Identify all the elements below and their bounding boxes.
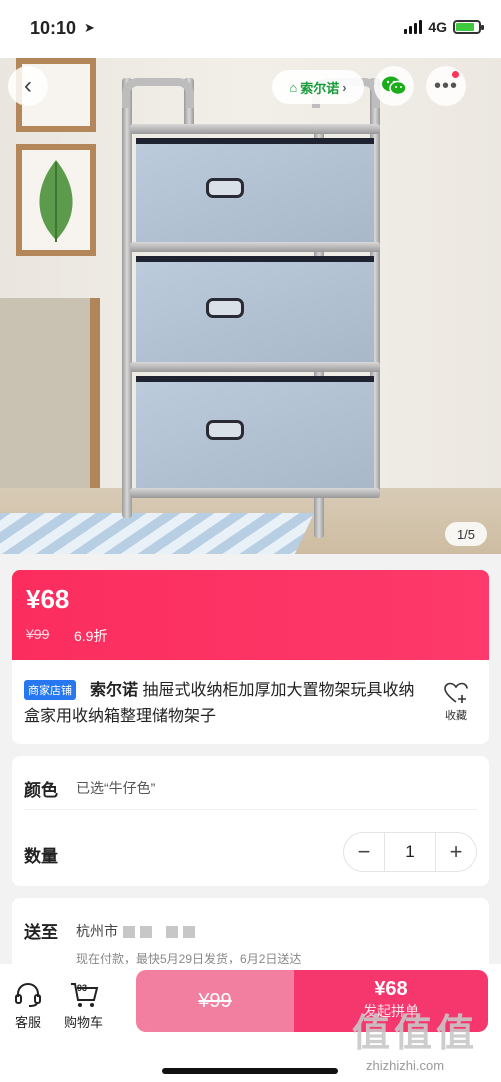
home-indicator bbox=[162, 1068, 338, 1074]
product-title-card: 商家店铺 索尔诺 抽屉式收纳柜加厚加大置物架玩具收纳盒家用收纳箱整理储物架子 收… bbox=[12, 660, 489, 744]
options-card: 颜色 已选“牛仔色” 数量 − 1 + bbox=[12, 756, 489, 886]
watermark-logo: 值值值 bbox=[352, 1013, 479, 1055]
network-label: 4G bbox=[428, 19, 447, 35]
color-selector[interactable]: 颜色 已选“牛仔色” bbox=[24, 776, 477, 810]
image-counter: 1/5 bbox=[445, 522, 487, 546]
back-button[interactable]: ‹ bbox=[8, 66, 48, 106]
more-button[interactable]: ••• bbox=[426, 66, 466, 106]
price-banner: ¥68 ¥99 6.9折 bbox=[12, 570, 489, 660]
quantity-label: 数量 bbox=[24, 847, 58, 866]
status-indicators: 4G bbox=[404, 19, 484, 35]
sofa bbox=[0, 298, 100, 498]
minus-button[interactable]: − bbox=[344, 839, 384, 865]
shipping-label: 送至 bbox=[24, 923, 58, 942]
cart-tab[interactable]: 93 购物车 bbox=[64, 982, 103, 1031]
plus-button[interactable]: + bbox=[436, 839, 476, 865]
quantity-stepper: − 1 + bbox=[343, 832, 477, 872]
current-price: ¥68 bbox=[26, 584, 70, 614]
drawer-shelf bbox=[122, 78, 384, 554]
product-image[interactable]: ⌂ 索尔诺 › bbox=[0, 58, 501, 554]
signal-icon bbox=[404, 20, 423, 34]
quantity-value[interactable]: 1 bbox=[384, 833, 436, 871]
product-title: 索尔诺 抽屉式收纳柜加厚加大置物架玩具收纳盒家用收纳箱整理储物架子 bbox=[24, 678, 416, 730]
quantity-row: 数量 − 1 + bbox=[24, 832, 477, 872]
brand-badge: ⌂ 索尔诺 › bbox=[272, 70, 364, 104]
color-label: 颜色 bbox=[24, 781, 58, 800]
notification-dot bbox=[452, 71, 459, 78]
heart-plus-icon bbox=[444, 682, 468, 703]
cart-label: 购物车 bbox=[64, 1015, 104, 1030]
chevron-right-icon: › bbox=[342, 79, 347, 95]
group-buy-price: ¥68 bbox=[374, 978, 408, 1000]
battery-icon bbox=[453, 20, 484, 34]
product-title-text: 抽屉式收纳柜加厚加大置物架玩具收纳盒家用收纳箱整理储物架子 bbox=[24, 682, 415, 725]
wechat-icon bbox=[382, 76, 407, 96]
favorite-label: 收藏 bbox=[445, 710, 467, 722]
favorite-button[interactable]: 收藏 bbox=[435, 682, 477, 723]
wechat-share-button[interactable] bbox=[374, 66, 414, 106]
status-bar: 10:10 ➤ 4G bbox=[0, 0, 501, 58]
wall-frame-leaf bbox=[16, 144, 96, 256]
headset-icon bbox=[15, 982, 41, 1007]
chevron-left-icon: ‹ bbox=[24, 72, 32, 99]
color-value: 已选“牛仔色” bbox=[76, 780, 156, 796]
customer-service-tab[interactable]: 客服 bbox=[14, 982, 42, 1031]
product-brand: 索尔诺 bbox=[90, 682, 139, 699]
house-logo-icon: ⌂ bbox=[289, 79, 298, 95]
location-arrow-icon: ➤ bbox=[84, 20, 95, 35]
customer-service-label: 客服 bbox=[14, 1015, 41, 1030]
discount-label: 6.9折 bbox=[74, 628, 108, 644]
watermark-url: zhizhizhi.com bbox=[366, 1058, 445, 1073]
status-time: 10:10 bbox=[30, 18, 77, 38]
buy-alone-button[interactable]: ¥99 bbox=[136, 970, 294, 1032]
shipping-address: 杭州市 bbox=[76, 921, 195, 941]
original-price: ¥99 bbox=[26, 626, 50, 642]
cart-count: 93 bbox=[77, 983, 88, 993]
